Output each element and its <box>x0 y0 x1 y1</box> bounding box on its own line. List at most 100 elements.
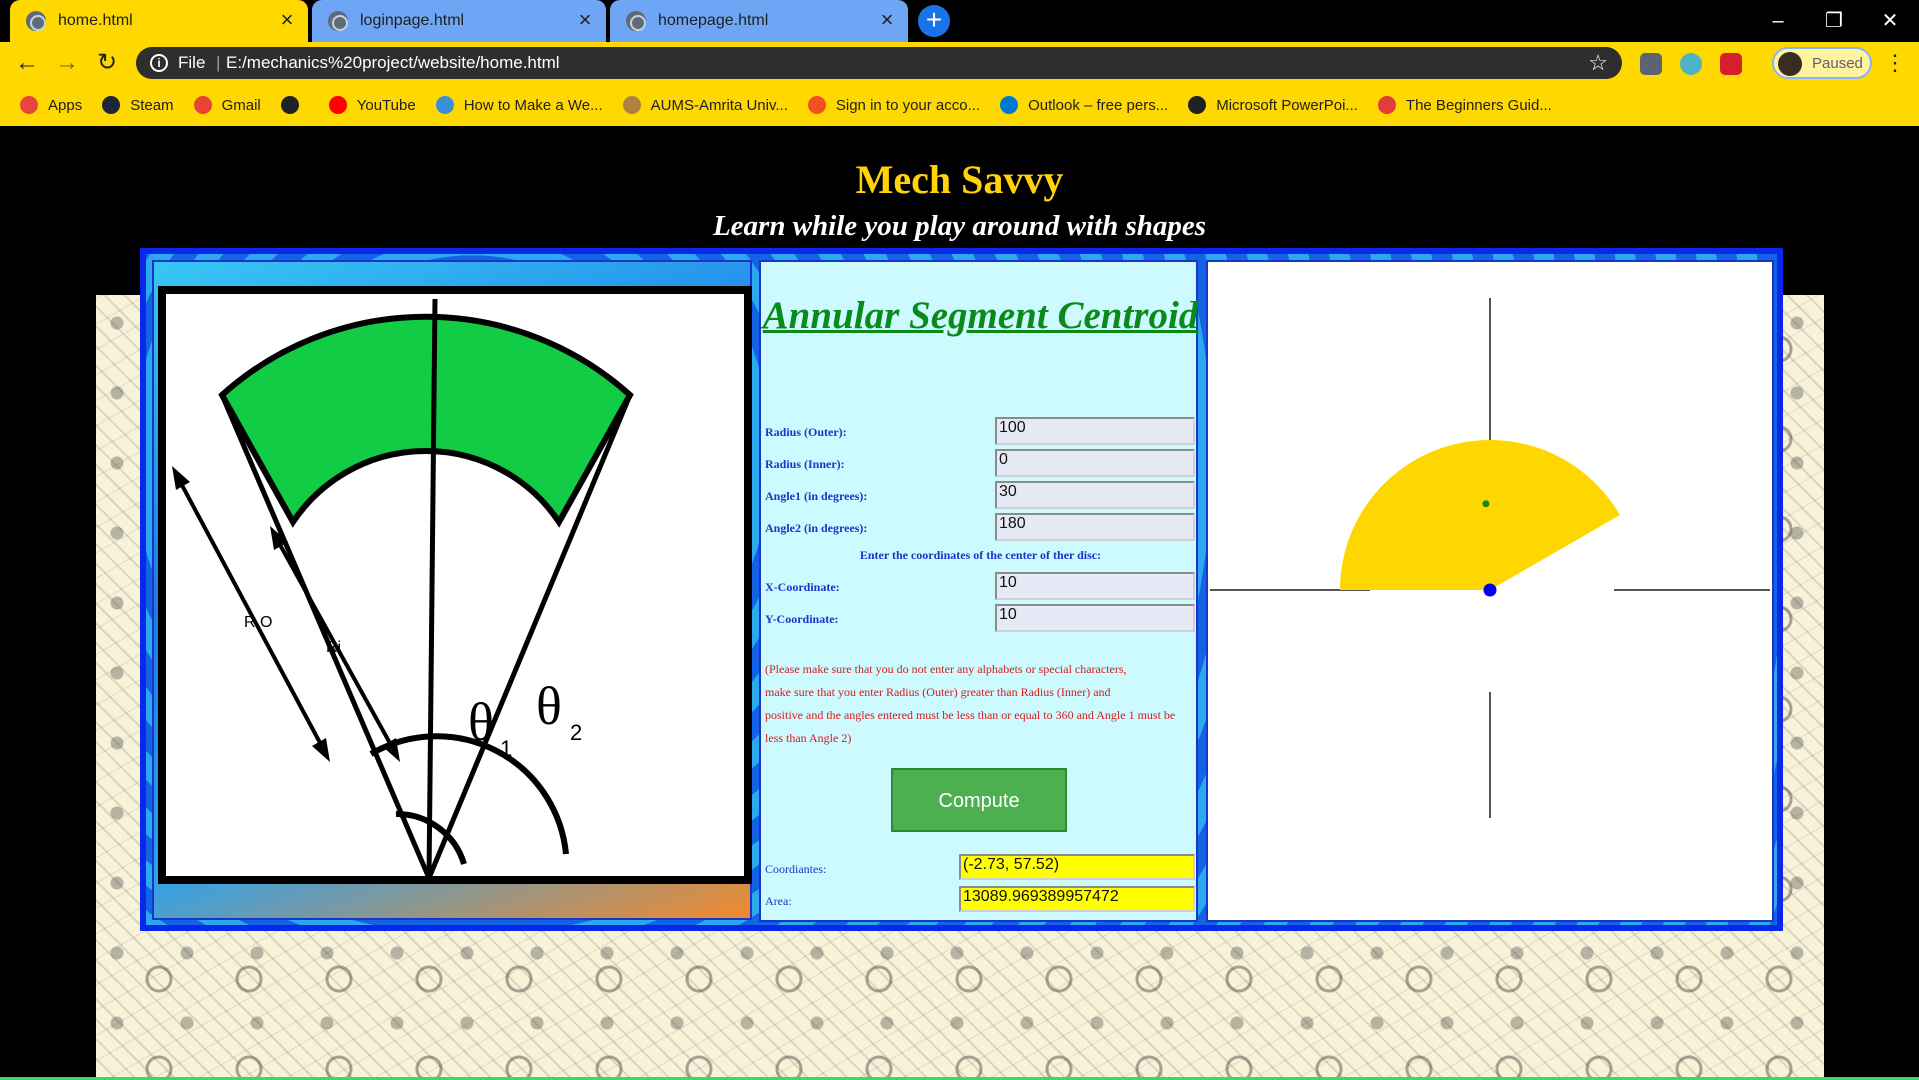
bookmark-item[interactable]: Outlook – free pers... <box>1000 96 1168 114</box>
bookmark-item[interactable] <box>280 96 309 114</box>
extension-face-icon[interactable] <box>1680 53 1702 75</box>
centroid-point <box>1482 500 1490 508</box>
bookmarks-bar: Apps Steam Gmail YouTube How to Make a We...… <box>0 84 1919 126</box>
bookmark-item[interactable]: Sign in to your acco... <box>807 96 981 114</box>
theta1-label: θ <box>468 692 494 752</box>
tab-title: homepage.html <box>658 12 769 29</box>
inner-radius-label: Ri <box>326 639 341 656</box>
address-separator: | <box>216 53 221 72</box>
bookmark-item[interactable]: How to Make a We... <box>435 96 603 114</box>
close-window-icon[interactable]: ✕ <box>1870 6 1910 36</box>
globe-icon <box>26 11 46 31</box>
bookmark-label: Gmail <box>221 96 261 114</box>
apps-grid-icon <box>20 96 38 114</box>
bookmark-label: Steam <box>130 96 174 114</box>
back-arrow-icon[interactable]: ← <box>12 48 42 78</box>
annular-segment-plot-shape <box>1340 440 1620 590</box>
menu-kebab-icon[interactable]: ⋮ <box>1884 50 1906 76</box>
youtube-icon <box>328 96 347 114</box>
close-tab-icon[interactable]: × <box>276 9 298 32</box>
close-tab-icon[interactable]: × <box>876 9 898 32</box>
bookmark-label: Sign in to your acco... <box>835 96 981 114</box>
profile-status: Paused <box>1812 55 1863 72</box>
diagram-border: R O Ri θ 1 θ 2 <box>158 286 752 884</box>
tab-title: home.html <box>58 12 133 29</box>
microsoft-icon <box>807 96 826 114</box>
tab-loginpage[interactable]: loginpage.html × <box>312 0 606 42</box>
beginners-guide-icon <box>1377 96 1396 114</box>
bookmark-item[interactable]: Gmail <box>193 96 261 114</box>
extension-shield-icon[interactable] <box>1640 53 1662 75</box>
angle1-input[interactable]: 30 <box>995 481 1195 509</box>
forward-arrow-icon[interactable]: → <box>52 48 82 78</box>
globe-icon <box>626 11 646 31</box>
outer-radius-label: R O <box>244 614 272 631</box>
angle1-row: Angle1 (in degrees): 30 <box>765 481 1195 509</box>
reload-icon[interactable]: ↻ <box>92 48 122 78</box>
globe-icon <box>328 11 348 31</box>
y-coordinate-row: Y-Coordinate: 10 <box>765 604 1195 632</box>
new-tab-button[interactable]: + <box>918 5 950 37</box>
theta2-subscript: 2 <box>570 720 582 745</box>
bookmark-item[interactable]: The Beginners Guid... <box>1377 96 1552 114</box>
inner-radius-row: Radius (Inner): 0 <box>765 449 1195 477</box>
profile-button[interactable]: Paused <box>1772 47 1872 79</box>
bookmark-label: AUMS-Amrita Univ... <box>650 96 788 114</box>
restore-icon[interactable]: ❐ <box>1814 6 1854 36</box>
angle2-input[interactable]: 180 <box>995 513 1195 541</box>
x-coordinate-row: X-Coordinate: 10 <box>765 572 1195 600</box>
page-subtitle: Learn while you play around with shapes <box>712 210 1207 242</box>
bookmark-label: Microsoft PowerPoi... <box>1216 96 1358 114</box>
bookmark-star-icon[interactable]: ☆ <box>1588 50 1608 76</box>
angle2-label: Angle2 (in degrees): <box>765 521 868 535</box>
bookmark-item[interactable]: Steam <box>102 96 174 114</box>
annular-segment-diagram: R O Ri θ 1 θ 2 <box>166 294 744 876</box>
form-heading: Annular Segment Centroid <box>762 294 1199 337</box>
bookmark-label: YouTube <box>356 96 416 114</box>
info-icon[interactable]: i <box>150 54 168 72</box>
y-coordinate-label: Y-Coordinate: <box>765 612 839 626</box>
notice-line: make sure that you enter Radius (Outer) … <box>765 685 1111 699</box>
extension-adblock-icon[interactable] <box>1720 53 1742 75</box>
address-scheme: File <box>178 53 206 72</box>
close-tab-icon[interactable]: × <box>574 9 596 32</box>
address-bar[interactable]: i File | E:/mechanics%20project/website/… <box>136 47 1622 79</box>
outer-radius-row: Radius (Outer): 100 <box>765 417 1195 445</box>
bookmark-item[interactable]: YouTube <box>328 96 416 114</box>
plot-canvas <box>1206 260 1774 922</box>
minimize-icon[interactable]: – <box>1758 6 1798 36</box>
globe-icon <box>280 96 299 114</box>
globe-icon <box>1188 96 1207 114</box>
tab-homepage[interactable]: homepage.html × <box>610 0 908 42</box>
notice-line: (Please make sure that you do not enter … <box>765 662 1127 676</box>
bookmark-item[interactable]: Apps <box>20 96 82 114</box>
bookmark-item[interactable]: Microsoft PowerPoi... <box>1188 96 1358 114</box>
compute-button[interactable]: Compute <box>891 768 1067 832</box>
bookmark-item[interactable]: AUMS-Amrita Univ... <box>622 96 788 114</box>
browser-toolbar: ← → ↻ i File | E:/mechanics%20project/we… <box>0 42 1919 84</box>
bookmark-site-icon <box>435 96 454 114</box>
centroid-output-label: Coordiantes: <box>765 862 827 876</box>
theta2-label: θ <box>536 676 562 736</box>
inner-radius-input[interactable]: 0 <box>995 449 1195 477</box>
outer-radius-input[interactable]: 100 <box>995 417 1195 445</box>
angle2-row: Angle2 (in degrees): 180 <box>765 513 1195 541</box>
area-output-label: Area: <box>765 894 792 908</box>
center-prompt: Enter the coordinates of the center of t… <box>859 548 1102 562</box>
tab-title: loginpage.html <box>360 12 465 29</box>
gmail-icon <box>193 96 212 114</box>
x-coordinate-label: X-Coordinate: <box>765 580 840 594</box>
centroid-output-row: Coordiantes: (-2.73, 57.52) <box>765 854 1195 880</box>
avatar <box>1778 52 1802 76</box>
diagram-frame: R O Ri θ 1 θ 2 <box>152 260 752 920</box>
bookmark-label: Outlook – free pers... <box>1028 96 1169 114</box>
address-url[interactable]: E:/mechanics%20project/website/home.html <box>226 53 560 73</box>
tab-home[interactable]: home.html × <box>10 0 308 42</box>
bookmark-label: Apps <box>48 96 83 114</box>
x-coordinate-input[interactable]: 10 <box>995 572 1195 600</box>
y-coordinate-input[interactable]: 10 <box>995 604 1195 632</box>
center-point <box>1483 583 1497 597</box>
tab-strip: home.html × loginpage.html × homepage.ht… <box>0 0 1919 42</box>
area-output: 13089.969389957472 <box>959 886 1195 912</box>
notice-line: less than Angle 2) <box>765 731 852 745</box>
